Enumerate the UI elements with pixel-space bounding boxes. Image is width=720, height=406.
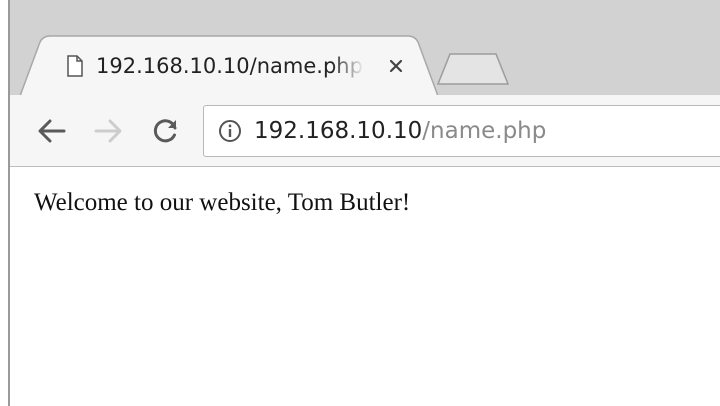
toolbar: 192.168.10.10/name.php: [10, 95, 720, 167]
tab-close-button[interactable]: [384, 48, 408, 84]
welcome-message: Welcome to our website, Tom Butler!: [34, 189, 411, 216]
url-text[interactable]: 192.168.10.10/name.php: [254, 118, 546, 144]
close-icon: [389, 59, 403, 73]
tab-title: 192.168.10.10/name.php: [96, 54, 363, 78]
reload-icon: [153, 119, 177, 143]
browser-window: 192.168.10.10/name.php 192.168.10.10/nam…: [8, 0, 720, 406]
info-icon[interactable]: [218, 119, 242, 143]
tab-strip: 192.168.10.10/name.php: [10, 0, 720, 96]
reload-button[interactable]: [148, 113, 184, 149]
active-tab[interactable]: 192.168.10.10/name.php: [66, 48, 403, 84]
forward-button[interactable]: [90, 113, 126, 149]
arrow-left-icon: [38, 119, 66, 143]
url-host: 192.168.10.10: [254, 118, 423, 144]
page-icon: [67, 55, 83, 77]
arrow-right-icon: [94, 119, 122, 143]
new-tab-button[interactable]: [446, 50, 510, 86]
address-bar[interactable]: 192.168.10.10/name.php: [203, 105, 720, 157]
back-button[interactable]: [34, 113, 70, 149]
url-path: /name.php: [422, 118, 547, 144]
page-content: Welcome to our website, Tom Butler!: [10, 167, 720, 406]
browser-screenshot: 192.168.10.10/name.php 192.168.10.10/nam…: [0, 0, 720, 406]
